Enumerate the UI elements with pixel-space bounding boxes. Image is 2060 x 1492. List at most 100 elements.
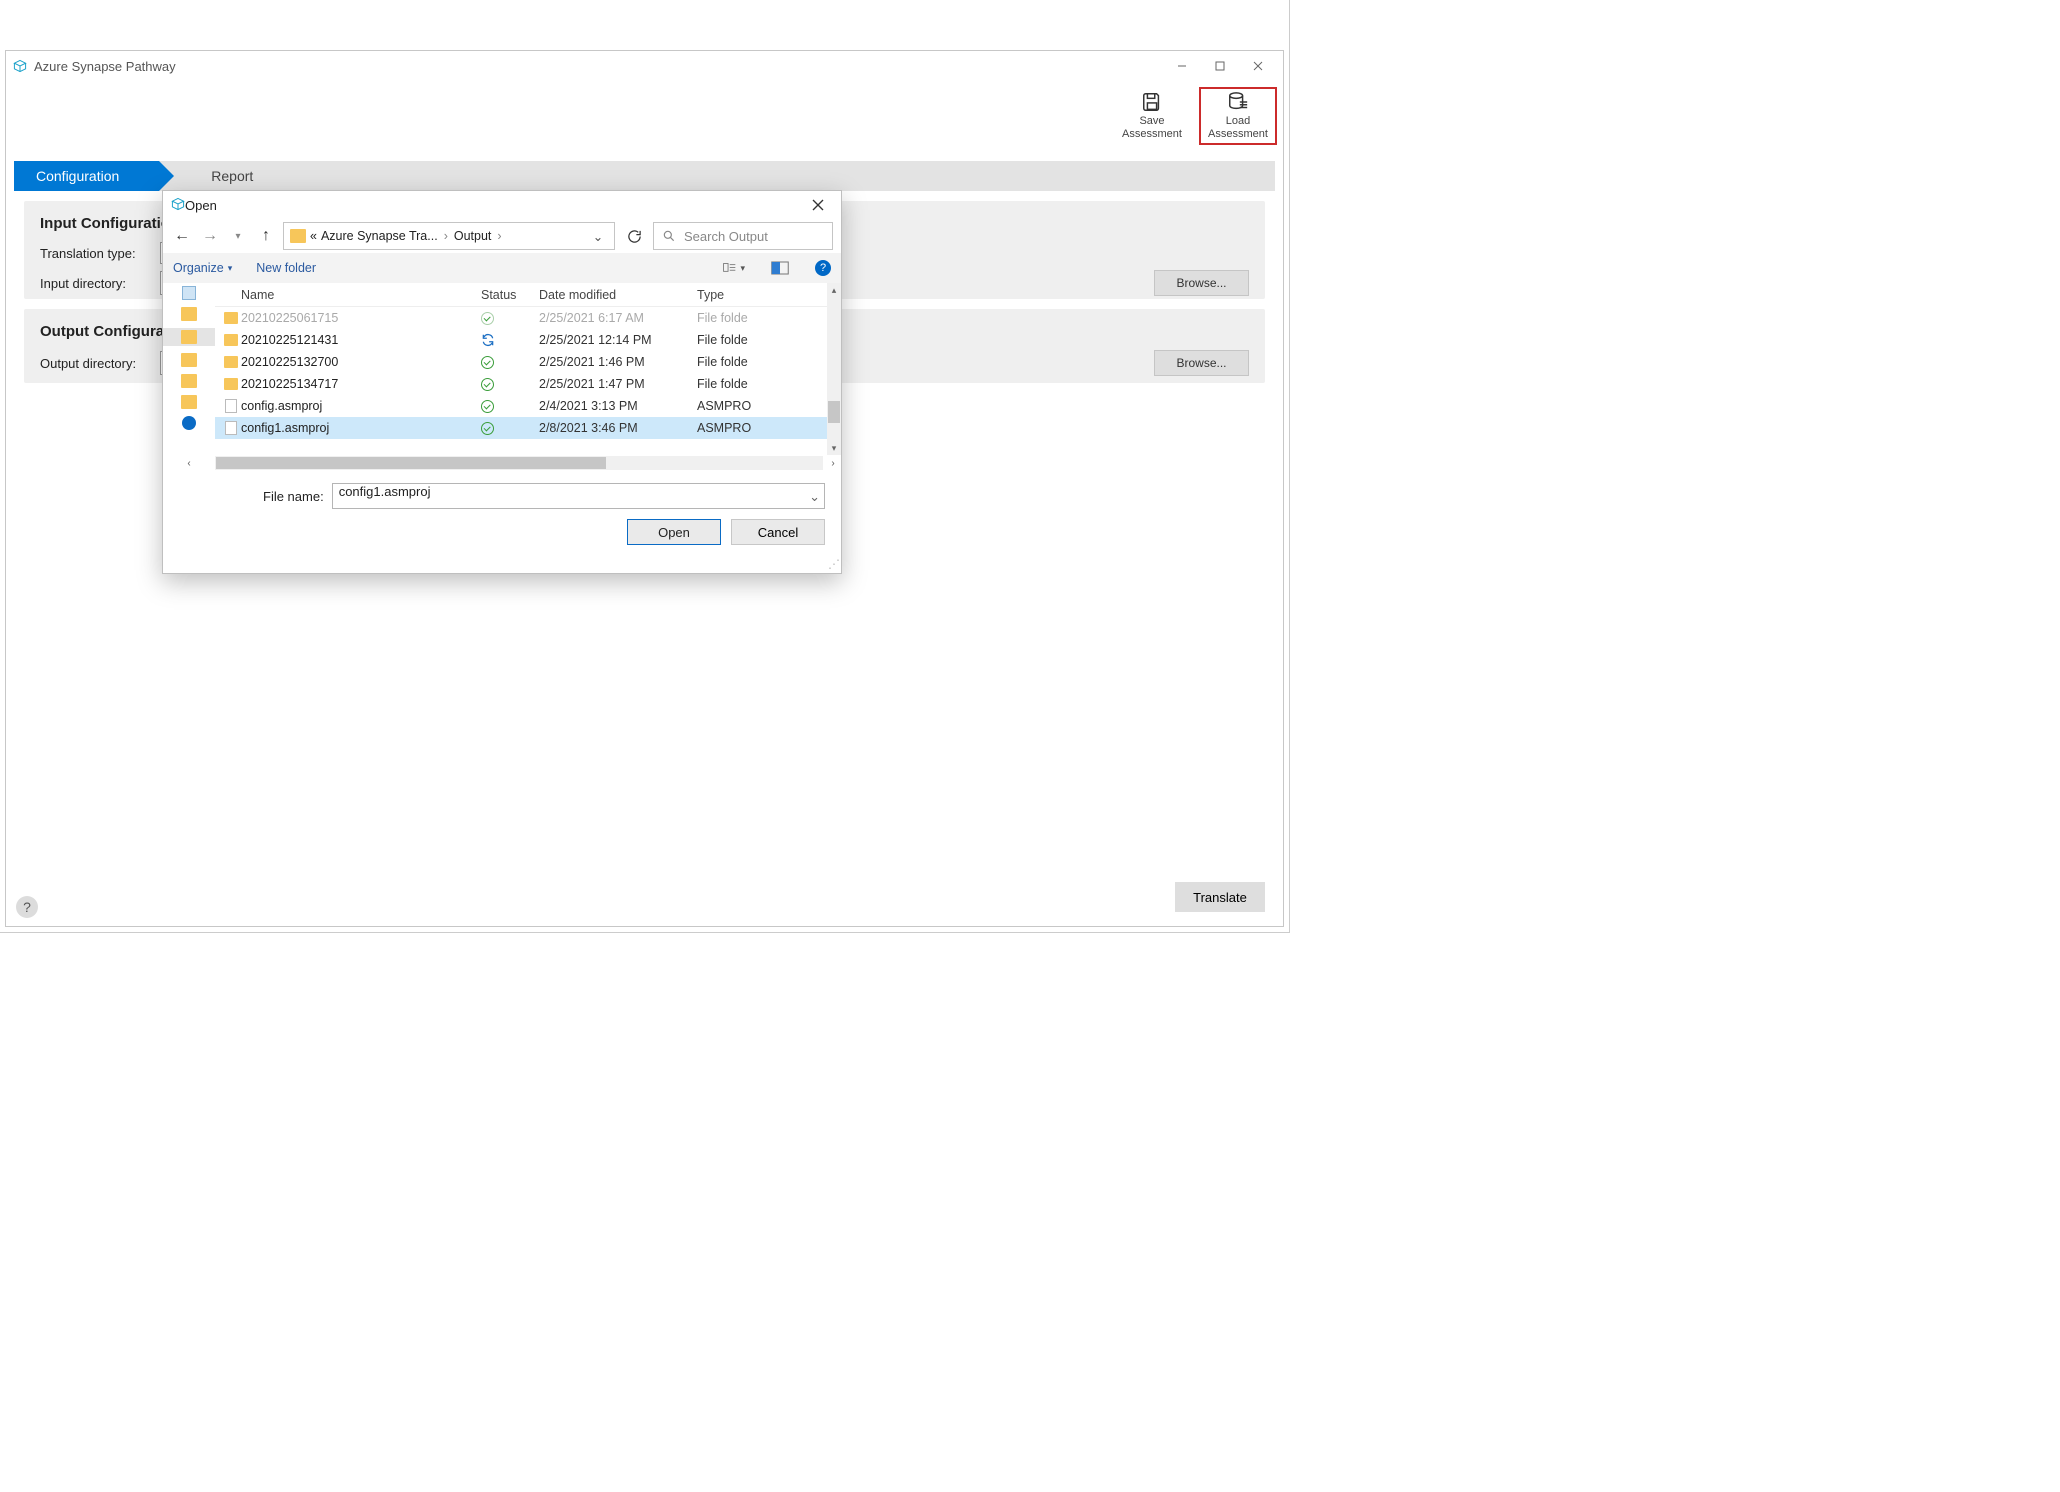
address-bar[interactable]: « Azure Synapse Tra... › Output › ⌄ bbox=[283, 222, 615, 250]
search-box[interactable]: Search Output bbox=[653, 222, 833, 250]
hscroll-thumb[interactable] bbox=[216, 457, 606, 469]
minimize-button[interactable] bbox=[1163, 52, 1201, 80]
horizontal-scrollbar[interactable] bbox=[215, 456, 823, 470]
scroll-thumb[interactable] bbox=[828, 401, 840, 423]
address-seg-2[interactable]: Output bbox=[454, 229, 492, 243]
nav-tree[interactable] bbox=[163, 283, 215, 455]
nav-forward-button[interactable]: → bbox=[199, 225, 221, 247]
file-list: Name Status Date modified Type 202102250… bbox=[215, 283, 841, 455]
col-status[interactable]: Status bbox=[481, 288, 539, 302]
file-type: File folde bbox=[697, 377, 769, 391]
dialog-title: Open bbox=[185, 198, 217, 213]
file-date: 2/25/2021 1:46 PM bbox=[539, 355, 697, 369]
address-folder-icon bbox=[290, 229, 306, 243]
tree-drive-icon bbox=[182, 416, 196, 430]
load-assessment-label: Load Assessment bbox=[1208, 115, 1268, 141]
address-dropdown[interactable]: ⌄ bbox=[588, 229, 608, 244]
file-row[interactable]: 202102251347172/25/2021 1:47 PMFile fold… bbox=[215, 373, 841, 395]
file-status bbox=[481, 356, 539, 369]
col-date[interactable]: Date modified bbox=[539, 288, 697, 302]
tree-icon bbox=[182, 286, 196, 300]
search-placeholder: Search Output bbox=[684, 229, 768, 244]
cancel-button[interactable]: Cancel bbox=[731, 519, 825, 545]
address-ellipsis: « bbox=[310, 229, 317, 243]
organize-label: Organize bbox=[173, 261, 224, 275]
column-headers[interactable]: Name Status Date modified Type bbox=[215, 283, 841, 307]
filename-row: File name: config1.asmproj ⌄ bbox=[163, 471, 841, 519]
file-name: 20210225132700 bbox=[241, 355, 481, 369]
nav-up-button[interactable]: ↑ bbox=[255, 225, 277, 247]
tab-configuration[interactable]: Configuration bbox=[14, 161, 159, 191]
translation-type-label: Translation type: bbox=[40, 246, 150, 261]
resize-grip[interactable]: ⋰ bbox=[828, 560, 840, 572]
refresh-button[interactable] bbox=[621, 223, 647, 249]
file-type: File folde bbox=[697, 333, 769, 347]
file-row[interactable]: 202102250617152/25/2021 6:17 AMFile fold… bbox=[215, 307, 841, 329]
file-date: 2/25/2021 1:47 PM bbox=[539, 377, 697, 391]
chevron-right-icon: › bbox=[497, 229, 501, 243]
tree-folder-icon bbox=[181, 307, 197, 321]
folder-icon bbox=[221, 334, 241, 346]
tree-collapse-icon[interactable]: ‹ bbox=[181, 458, 197, 469]
window-controls bbox=[1163, 52, 1277, 80]
save-assessment-button[interactable]: Save Assessment bbox=[1113, 87, 1191, 145]
file-status bbox=[481, 312, 539, 325]
new-folder-button[interactable]: New folder bbox=[256, 261, 316, 275]
help-button[interactable]: ? bbox=[16, 896, 38, 918]
hscroll-right-arrow[interactable]: › bbox=[825, 458, 841, 469]
scroll-up-arrow[interactable]: ▴ bbox=[827, 283, 841, 297]
filename-dropdown[interactable]: ⌄ bbox=[809, 489, 820, 505]
filename-label: File name: bbox=[263, 489, 324, 504]
col-type[interactable]: Type bbox=[697, 288, 769, 302]
file-status bbox=[481, 400, 539, 413]
open-file-dialog: Open ← → ▾ ↑ « Azure Synapse Tra... › Ou… bbox=[162, 190, 842, 574]
address-seg-1[interactable]: Azure Synapse Tra... bbox=[321, 229, 438, 243]
app-title: Azure Synapse Pathway bbox=[34, 59, 176, 74]
file-name: 20210225121431 bbox=[241, 333, 481, 347]
preview-pane-button[interactable] bbox=[769, 257, 791, 279]
scroll-down-arrow[interactable]: ▾ bbox=[827, 441, 841, 455]
load-assessment-button[interactable]: Load Assessment bbox=[1199, 87, 1277, 145]
dialog-help-button[interactable]: ? bbox=[815, 260, 831, 276]
app-icon bbox=[12, 58, 28, 74]
nav-back-button[interactable]: ← bbox=[171, 225, 193, 247]
dialog-toolbar: Organize ▾ New folder ▾ ? bbox=[163, 253, 841, 283]
file-row[interactable]: config.asmproj 2/4/2021 3:13 PMASMPRO bbox=[215, 395, 841, 417]
file-type: ASMPRO bbox=[697, 421, 769, 435]
file-row[interactable]: 202102251327002/25/2021 1:46 PMFile fold… bbox=[215, 351, 841, 373]
output-browse-button[interactable]: Browse... bbox=[1154, 350, 1249, 376]
open-button[interactable]: Open bbox=[627, 519, 721, 545]
file-row[interactable]: 202102251214312/25/2021 12:14 PMFile fol… bbox=[215, 329, 841, 351]
file-type: File folde bbox=[697, 311, 769, 325]
translate-button[interactable]: Translate bbox=[1175, 882, 1265, 912]
filename-field[interactable]: config1.asmproj ⌄ bbox=[332, 483, 825, 509]
tree-folder-icon bbox=[181, 395, 197, 409]
file-date: 2/4/2021 3:13 PM bbox=[539, 399, 697, 413]
tab-configuration-label: Configuration bbox=[36, 168, 119, 184]
file-status bbox=[481, 378, 539, 391]
col-name[interactable]: Name bbox=[221, 288, 481, 302]
database-load-icon bbox=[1227, 91, 1249, 113]
maximize-button[interactable] bbox=[1201, 52, 1239, 80]
dialog-close-button[interactable] bbox=[803, 192, 833, 218]
folder-icon bbox=[221, 356, 241, 368]
nav-recent-dropdown[interactable]: ▾ bbox=[227, 225, 249, 247]
close-button[interactable] bbox=[1239, 52, 1277, 80]
folder-icon bbox=[221, 312, 241, 324]
save-icon bbox=[1141, 91, 1163, 113]
view-mode-button[interactable]: ▾ bbox=[723, 257, 745, 279]
save-assessment-label: Save Assessment bbox=[1122, 115, 1182, 141]
file-row[interactable]: config1.asmproj2/8/2021 3:46 PMASMPRO bbox=[215, 417, 841, 439]
input-browse-button[interactable]: Browse... bbox=[1154, 270, 1249, 296]
vertical-scrollbar[interactable]: ▴ ▾ bbox=[827, 283, 841, 455]
file-date: 2/8/2021 3:46 PM bbox=[539, 421, 697, 435]
file-name: config.asmproj bbox=[241, 399, 481, 413]
organize-menu[interactable]: Organize ▾ bbox=[173, 261, 232, 275]
file-type: ASMPRO bbox=[697, 399, 769, 413]
tab-report[interactable]: Report bbox=[189, 161, 275, 191]
file-icon bbox=[221, 421, 241, 435]
tree-selected-item bbox=[163, 328, 215, 346]
horizontal-scroll-row: ‹ › bbox=[163, 455, 841, 471]
tree-folder-icon bbox=[181, 353, 197, 367]
search-icon bbox=[662, 229, 676, 243]
